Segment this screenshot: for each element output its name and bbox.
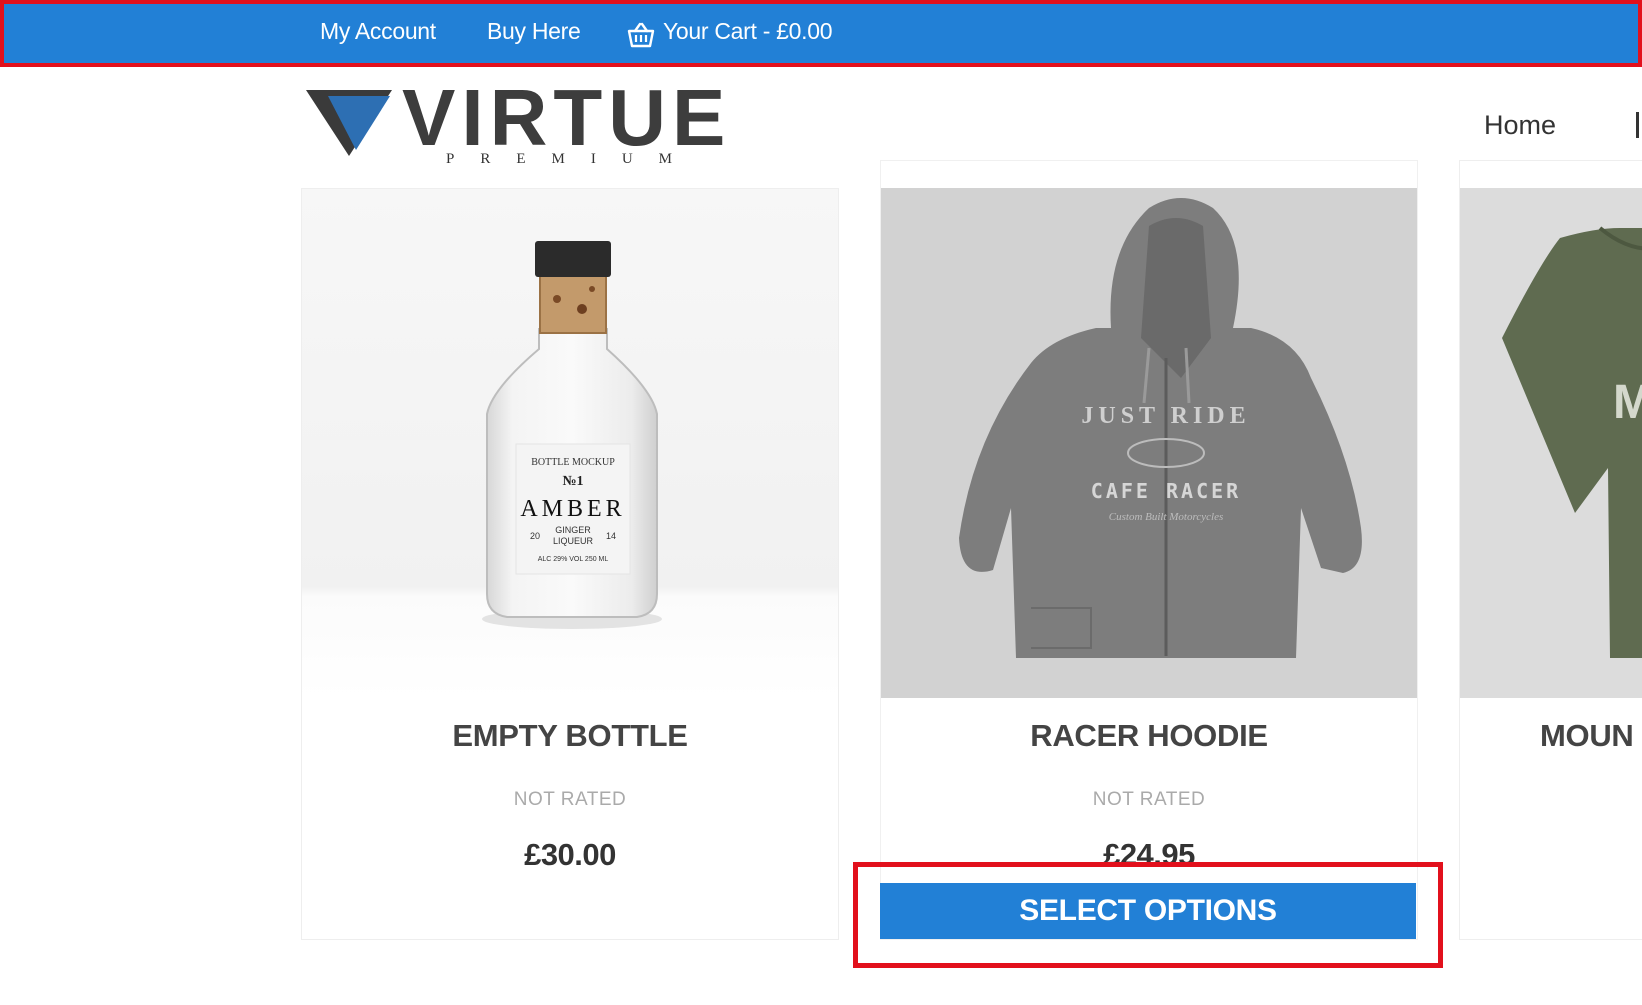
bottle-label-year-right: 14 [606,531,616,541]
product-title[interactable]: RACER HOODIE [881,718,1417,754]
my-account-link[interactable]: My Account [320,18,436,45]
logo-wordmark: VIRTUE [402,73,732,162]
hoodie-print-line1: JUST RIDE [1081,403,1250,429]
hoodie-print-line2: CAFE RACER [1091,479,1241,503]
product-card-shirt-partial: M MOUN [1459,160,1642,940]
bottle-illustration: BOTTLE MOCKUP №1 AMBER GINGER LIQUEUR 20… [482,241,662,629]
triangle-logo-icon [306,90,392,156]
bottle-label-sub2: LIQUEUR [553,536,594,546]
product-title[interactable]: EMPTY BOTTLE [302,718,838,754]
buy-here-link[interactable]: Buy Here [487,18,581,45]
bottle-label-top: BOTTLE MOCKUP [531,457,615,468]
product-image-hoodie[interactable]: JUST RIDE CAFE RACER Custom Built Motorc… [881,188,1417,698]
bottle-label-foot: ALC 29% VOL 250 ML [538,556,609,563]
nav-item-partial[interactable] [1636,112,1639,138]
product-image-bottle[interactable]: BOTTLE MOCKUP №1 AMBER GINGER LIQUEUR 20… [302,189,838,699]
product-rating: NOT RATED [1092,789,1206,810]
basket-icon[interactable] [627,22,655,48]
cart-link[interactable]: Your Cart - £0.00 [663,18,833,45]
bottle-label-name: AMBER [520,496,625,522]
product-card-racer-hoodie: JUST RIDE CAFE RACER Custom Built Motorc… [880,160,1418,940]
product-price: £30.00 [524,837,616,872]
select-options-button[interactable]: SELECT OPTIONS [880,883,1416,939]
logo-subtitle: PREMIUM [446,151,699,167]
product-rating: NOT RATED [513,789,627,810]
nav-home[interactable]: Home [1484,110,1556,141]
site-logo[interactable]: VIRTUE PREMIUM [306,78,746,172]
product-title[interactable]: MOUN [1460,718,1642,754]
hoodie-illustration: JUST RIDE CAFE RACER Custom Built Motorc… [959,198,1362,658]
shirt-illustration: M [1502,226,1642,658]
product-card-empty-bottle: BOTTLE MOCKUP №1 AMBER GINGER LIQUEUR 20… [301,188,839,940]
bottle-label-sub1: GINGER [555,525,591,535]
hoodie-print-line3: Custom Built Motorcycles [1109,511,1223,523]
bottle-label-year-left: 20 [530,531,540,541]
product-image-shirt[interactable]: M [1460,188,1642,698]
bottle-label-number: №1 [562,474,583,489]
shirt-print: M [1613,376,1642,429]
top-bar: My Account Buy Here Your Cart - £0.00 [0,0,1642,67]
